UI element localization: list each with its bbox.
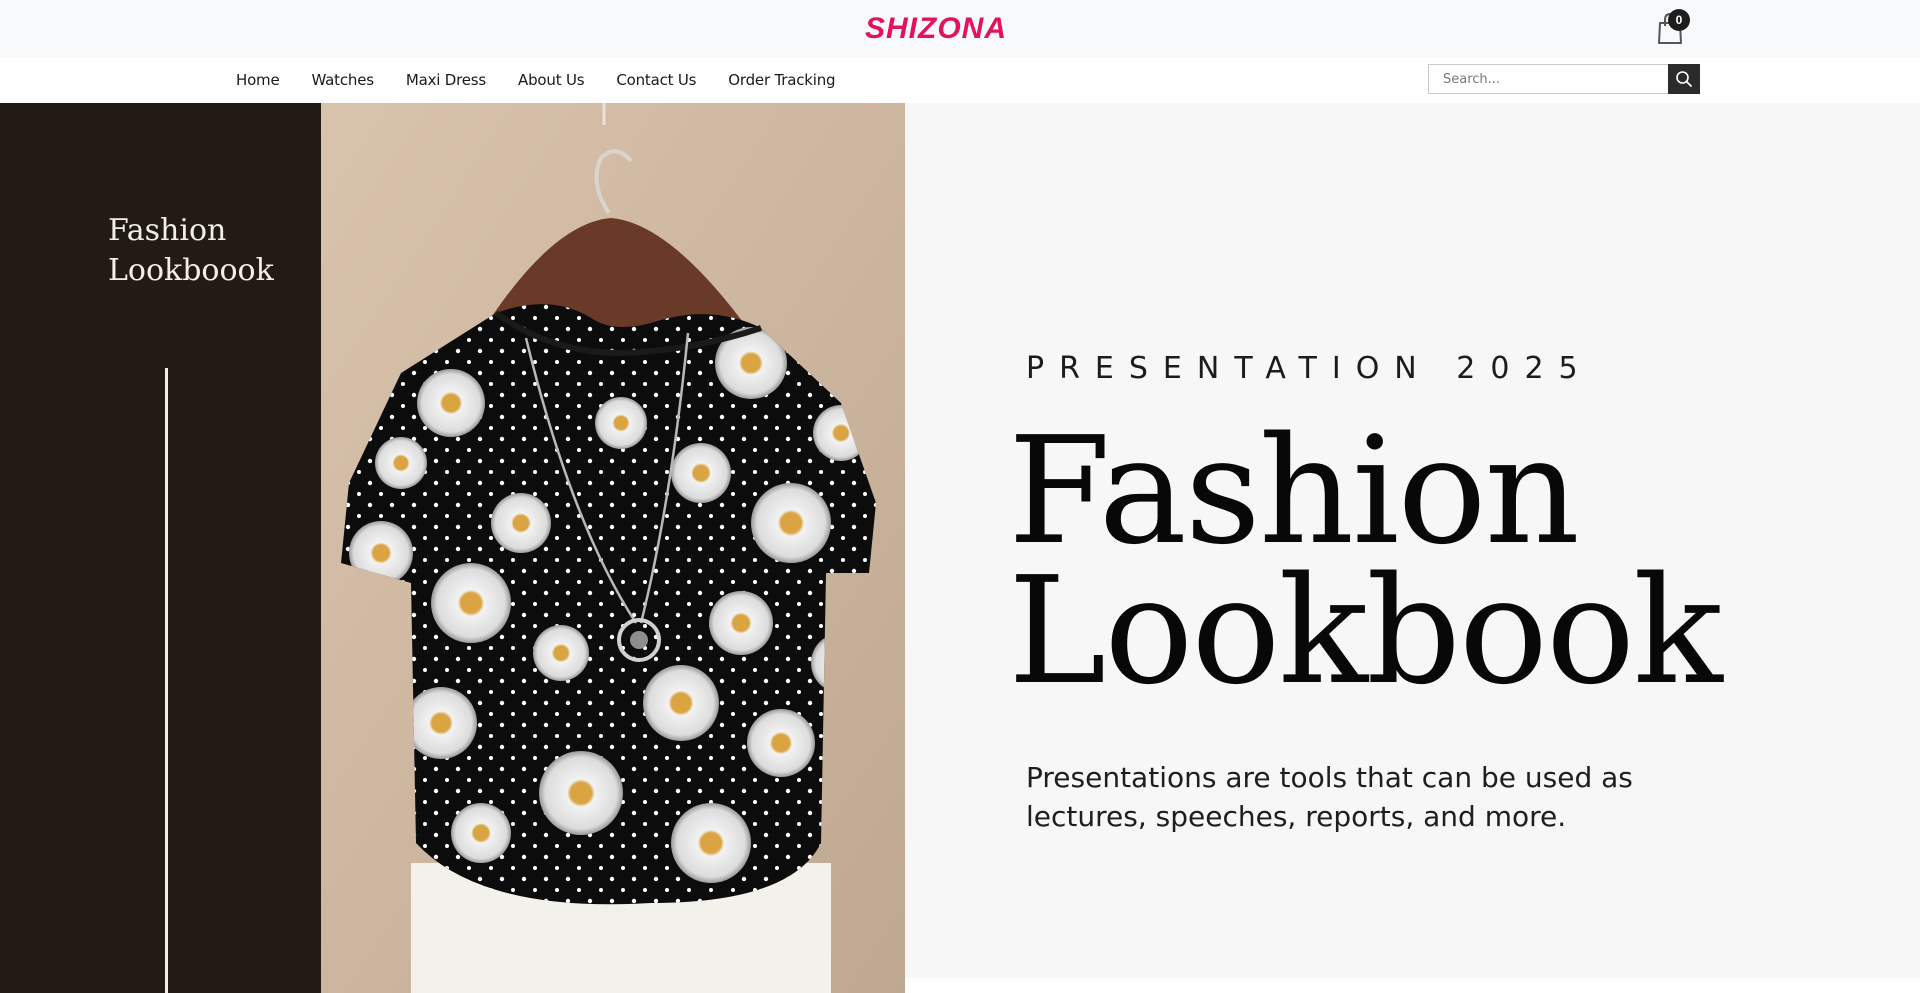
hero-content: PRESENTATION 2025 Fashion Lookbook Prese… — [905, 103, 1920, 978]
hero-bottom-strip — [905, 978, 1920, 993]
hero-eyebrow: PRESENTATION 2025 — [1026, 351, 1593, 386]
main-nav-bar: Home Watches Maxi Dress About Us Contact… — [0, 57, 1920, 103]
top-bar: SHIZONA 0 — [0, 0, 1920, 57]
floral-blouse-photo — [321, 103, 905, 993]
side-panel-title: Fashion Lookboook — [108, 213, 274, 288]
vertical-divider-line — [165, 368, 168, 993]
search-icon — [1676, 71, 1692, 87]
dark-side-panel: Fashion Lookboook — [0, 103, 321, 993]
brand-logo[interactable]: SHIZONA — [858, 8, 1014, 46]
nav-item-watches[interactable]: Watches — [312, 71, 375, 89]
nav-item-contact-us[interactable]: Contact Us — [616, 71, 696, 89]
search-form — [1428, 64, 1700, 94]
brand-logo-text: SHIZONA — [865, 12, 1007, 45]
cart-count-badge: 0 — [1668, 9, 1690, 31]
hero-title-line-1: Fashion — [1008, 405, 1580, 577]
search-button[interactable] — [1668, 64, 1700, 94]
nav-item-home[interactable]: Home — [236, 71, 280, 89]
search-input[interactable] — [1428, 64, 1668, 94]
main-nav: Home Watches Maxi Dress About Us Contact… — [236, 57, 867, 103]
hero-description: Presentations are tools that can be used… — [1026, 761, 1633, 833]
nav-item-order-tracking[interactable]: Order Tracking — [728, 71, 835, 89]
hero-title-line-2: Lookbook — [1008, 545, 1723, 717]
hero-section: Fashion Lookboook PRESENTATION 2025 Fash… — [0, 103, 1920, 993]
nav-item-about-us[interactable]: About Us — [518, 71, 585, 89]
hero-title: Fashion Lookbook — [1008, 405, 1723, 717]
nav-item-maxi-dress[interactable]: Maxi Dress — [406, 71, 486, 89]
